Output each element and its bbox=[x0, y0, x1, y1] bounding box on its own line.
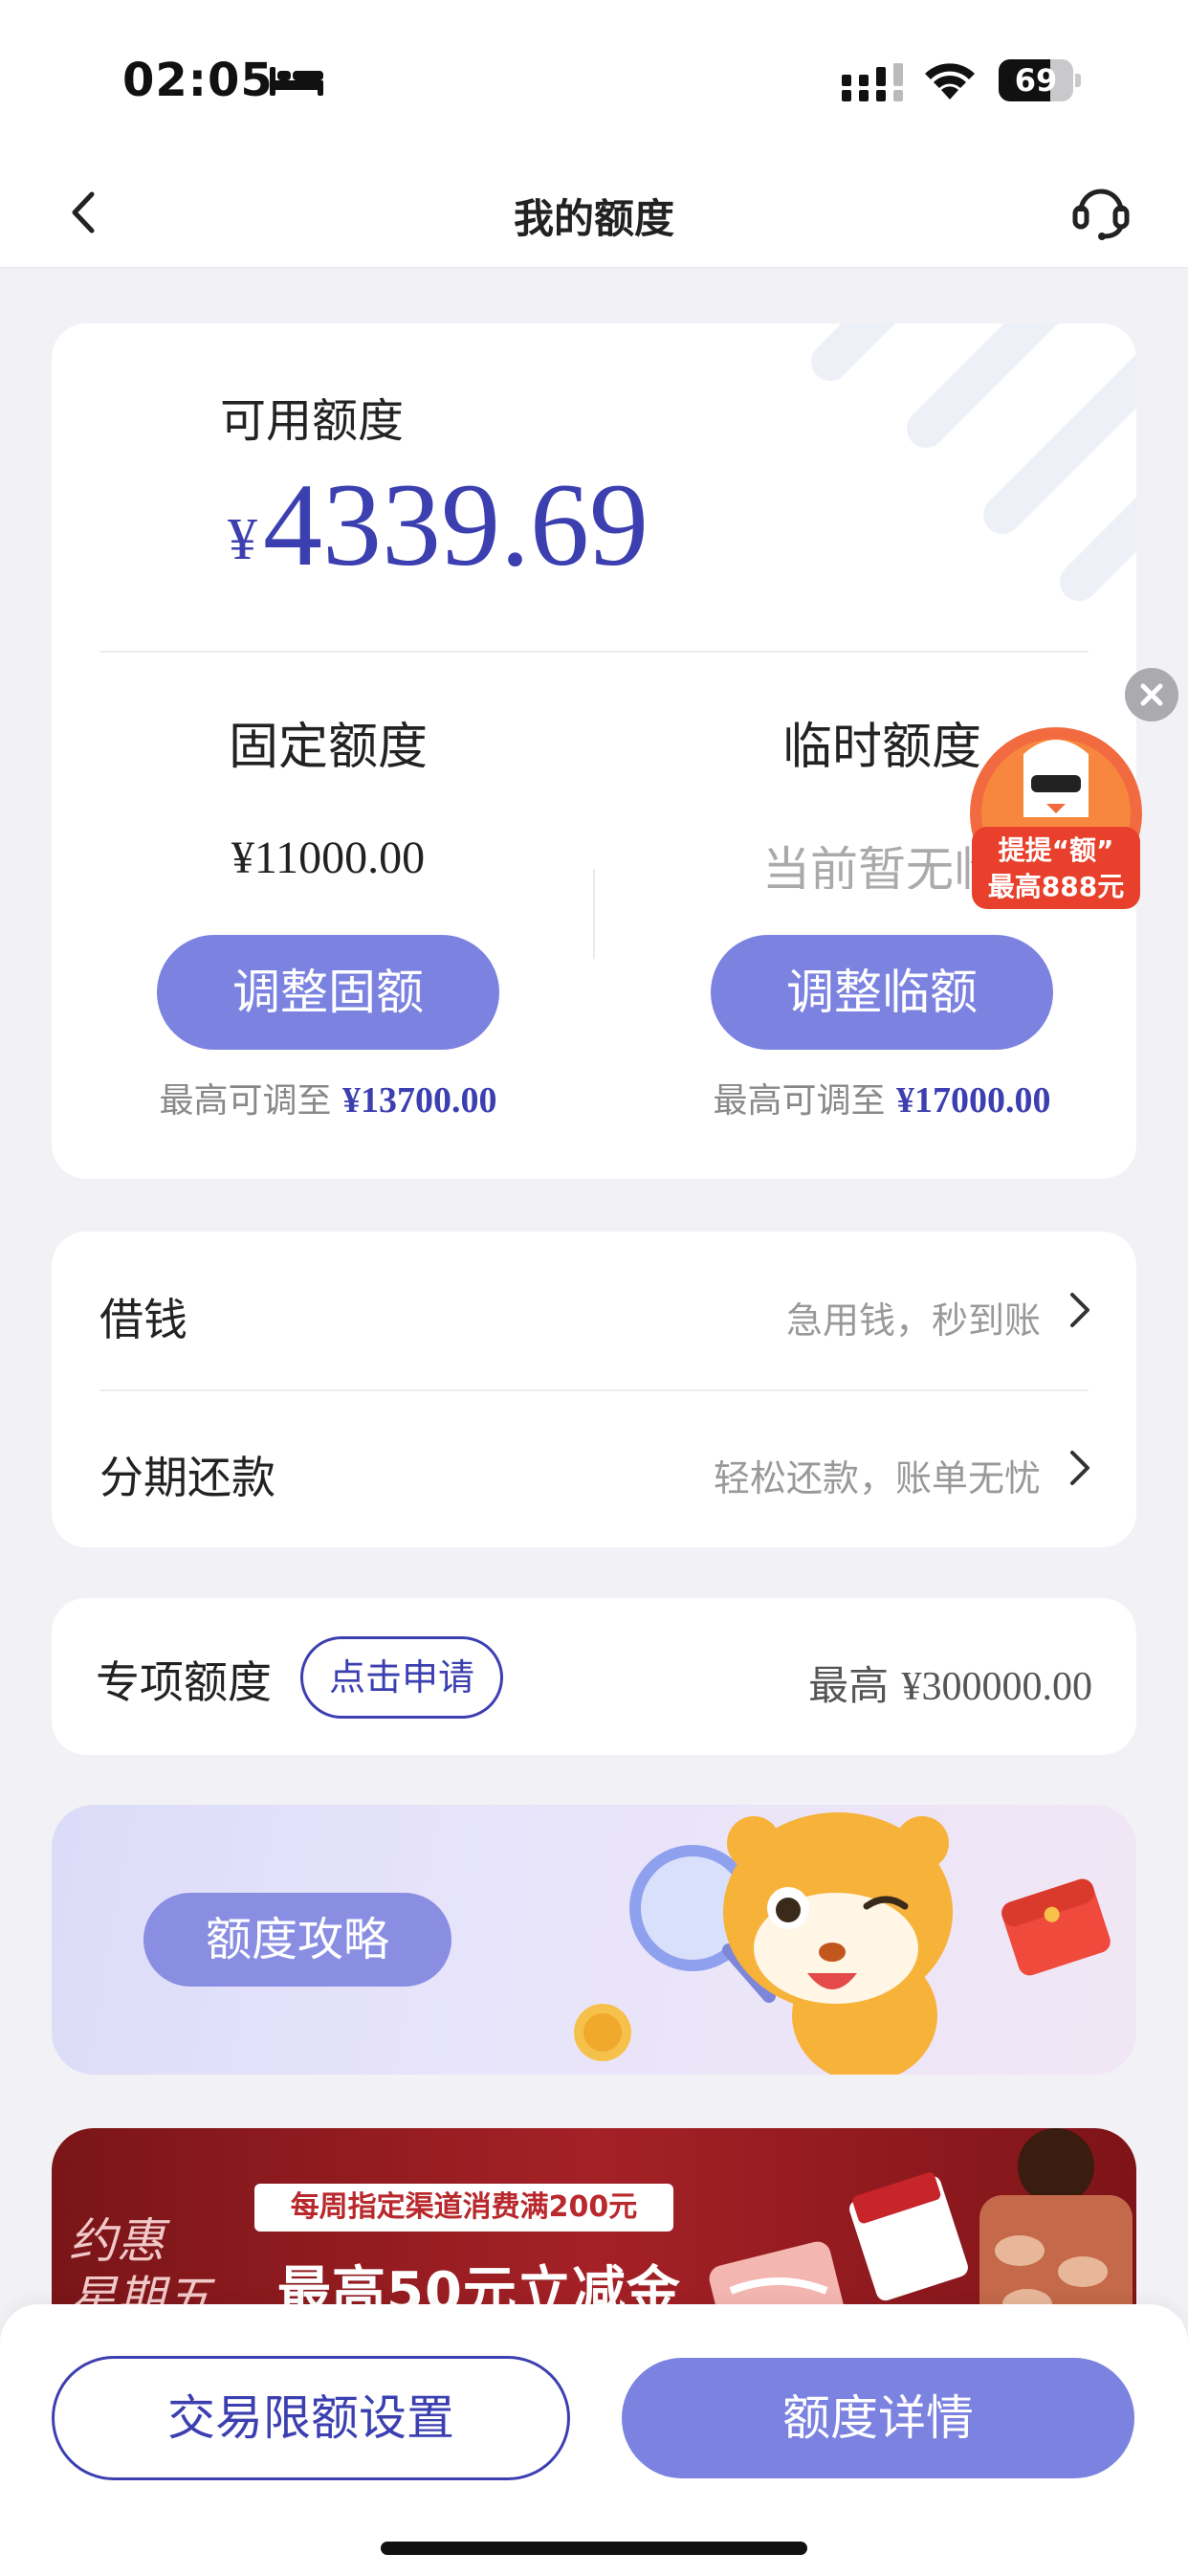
column-divider bbox=[593, 869, 595, 959]
menu-item-desc: 轻松还款，账单无忧 bbox=[713, 1457, 1041, 1499]
services-menu-card: 借钱 急用钱，秒到账 分期还款 轻松还款，账单无忧 bbox=[52, 1232, 1136, 1547]
menu-item-label: 分期还款 bbox=[99, 1452, 275, 1503]
promo-left-line1: 约惠 bbox=[69, 2213, 165, 2269]
home-indicator[interactable] bbox=[381, 2542, 807, 2555]
special-max-prefix: 最高 bbox=[808, 1665, 890, 1709]
adjust-temporary-quota-button[interactable]: 调整临额 bbox=[711, 935, 1053, 1050]
float-badge-line2: 最高888元 bbox=[988, 871, 1124, 902]
chevron-right-icon bbox=[1070, 1451, 1089, 1485]
apply-special-quota-button[interactable]: 点击申请 bbox=[300, 1636, 503, 1719]
chevron-right-icon bbox=[1070, 1293, 1089, 1327]
quota-guide-label: 额度攻略 bbox=[143, 1893, 451, 1987]
tiger-mascot-illustration bbox=[574, 1812, 1111, 2075]
battery-percent: 69 bbox=[1014, 62, 1058, 99]
available-amount-value: 4339.69 bbox=[263, 459, 649, 590]
temporary-hint-value: ¥17000.00 bbox=[895, 1080, 1051, 1121]
quota-guide-banner[interactable]: 额度攻略 bbox=[52, 1805, 1136, 2075]
available-quota-label: 可用额度 bbox=[220, 394, 405, 448]
close-float-button[interactable] bbox=[1125, 668, 1178, 722]
fixed-quota-column: 固定额度 ¥11000.00 调整固额 最高可调至 ¥13700.00 bbox=[146, 706, 510, 1122]
status-bar: 02:05 69 bbox=[0, 0, 1188, 158]
promo-tag: 每周指定渠道消费满200元 bbox=[254, 2184, 673, 2232]
special-quota-card: 专项额度 点击申请 最高 ¥300000.00 bbox=[52, 1598, 1136, 1755]
menu-item-desc: 急用钱，秒到账 bbox=[785, 1299, 1041, 1342]
customer-service-icon[interactable] bbox=[1069, 179, 1133, 242]
menu-item-borrow[interactable]: 借钱 急用钱，秒到账 bbox=[52, 1232, 1136, 1389]
adjust-fixed-quota-button[interactable]: 调整固额 bbox=[157, 935, 499, 1050]
page-title: 我的额度 bbox=[513, 195, 674, 242]
fixed-quota-value: ¥11000.00 bbox=[231, 833, 426, 883]
status-time: 02:05 bbox=[122, 54, 274, 107]
navigation-bar: 我的额度 bbox=[0, 158, 1188, 268]
float-badge-line1: 提提“额” bbox=[999, 834, 1114, 866]
divider bbox=[99, 651, 1089, 653]
available-quota-amount: ¥4339.69 bbox=[228, 457, 649, 593]
special-max-value: ¥300000.00 bbox=[901, 1665, 1093, 1709]
decorative-stripes bbox=[811, 323, 1136, 601]
menu-item-installment[interactable]: 分期还款 轻松还款，账单无忧 bbox=[52, 1389, 1136, 1547]
fixed-hint-prefix: 最高可调至 bbox=[159, 1081, 332, 1121]
quota-details-button[interactable]: 额度详情 bbox=[622, 2358, 1134, 2478]
wifi-icon bbox=[925, 63, 975, 100]
bottom-action-bar: 交易限额设置 额度详情 bbox=[0, 2304, 1188, 2576]
temporary-quota-hint: 最高可调至 ¥17000.00 bbox=[700, 1073, 1064, 1122]
fixed-quota-hint: 最高可调至 ¥13700.00 bbox=[146, 1073, 510, 1122]
fixed-hint-value: ¥13700.00 bbox=[341, 1080, 497, 1121]
quota-boost-float-badge[interactable]: 提提“额” 最高888元 bbox=[966, 725, 1146, 913]
temporary-hint-prefix: 最高可调至 bbox=[713, 1081, 886, 1121]
currency-symbol: ¥ bbox=[228, 507, 257, 572]
transaction-limit-settings-button[interactable]: 交易限额设置 bbox=[52, 2356, 570, 2480]
battery-indicator: 69 bbox=[999, 59, 1081, 101]
menu-item-label: 借钱 bbox=[99, 1294, 187, 1345]
sleep-focus-icon bbox=[270, 67, 323, 96]
close-icon bbox=[1140, 683, 1163, 706]
special-quota-label: 专项额度 bbox=[96, 1656, 272, 1708]
fixed-quota-title: 固定额度 bbox=[228, 719, 428, 776]
special-quota-max: 最高 ¥300000.00 bbox=[808, 1654, 1092, 1712]
cellular-signal-icon bbox=[842, 63, 903, 101]
